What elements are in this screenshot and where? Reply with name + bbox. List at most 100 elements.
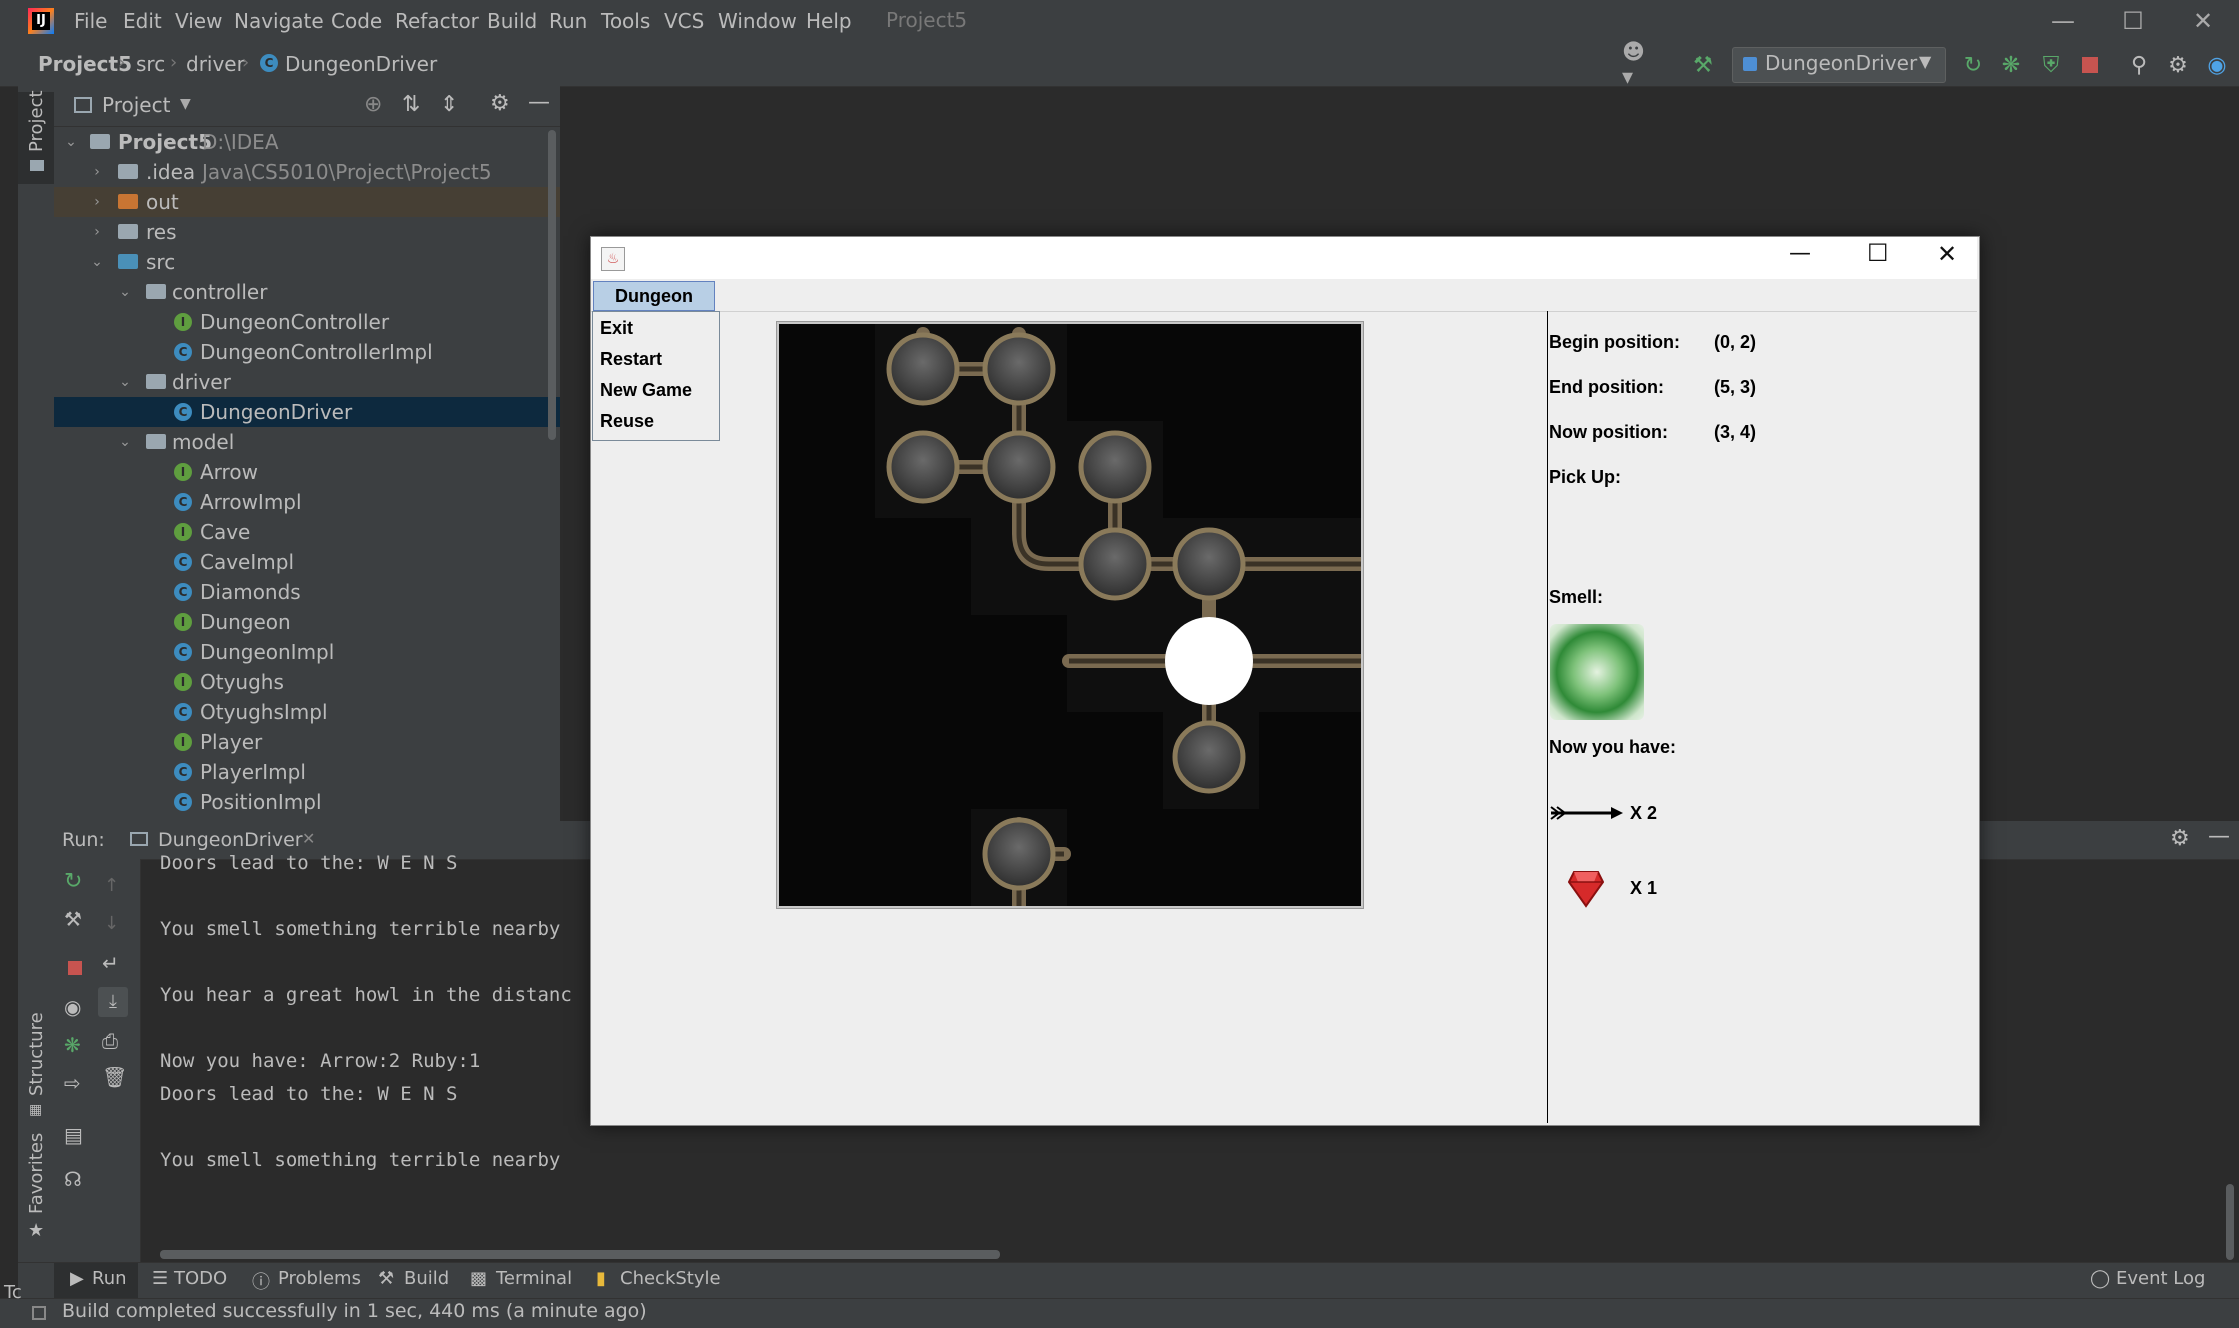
close-icon[interactable]: ✕	[2178, 4, 2228, 38]
print-icon[interactable]: ⎙	[102, 1029, 118, 1053]
camera-icon[interactable]: ◉	[64, 995, 81, 1019]
bottom-tab-todo[interactable]: TODO	[174, 1268, 227, 1289]
chevron-down-icon[interactable]: ▼	[180, 96, 191, 112]
project-scrollbar[interactable]	[548, 130, 556, 440]
console-vertical-scrollbar[interactable]	[2226, 1184, 2234, 1260]
tree-row-root[interactable]: ⌄ Project5 D:\IDEA Java\CS5010\Project\P…	[54, 127, 560, 184]
rerun-icon[interactable]: ↻	[1958, 50, 1988, 80]
run-tab-label[interactable]: DungeonDriver	[158, 829, 303, 851]
menu-item-exit[interactable]: Exit	[600, 318, 633, 339]
project-stripe-tab[interactable]: Project	[26, 90, 47, 152]
tree-row-file[interactable]: C PositionImpl	[54, 787, 560, 817]
breadcrumb-driver[interactable]: driver	[186, 52, 245, 76]
tree-row-file[interactable]: I Dungeon	[54, 607, 560, 637]
maximize-icon[interactable]: ☐	[2108, 4, 2158, 38]
bottom-tab-terminal[interactable]: Terminal	[496, 1268, 572, 1289]
menu-item-reuse[interactable]: Reuse	[600, 411, 654, 432]
status-toggle-icon[interactable]	[32, 1306, 46, 1320]
dungeon-menu[interactable]: Dungeon	[593, 281, 715, 311]
close-icon[interactable]: ✕	[1937, 240, 1957, 268]
tree-row-folder[interactable]: › res	[54, 217, 560, 247]
user-icon[interactable]: ☻▾	[1622, 40, 1652, 90]
menu-vcs[interactable]: VCS	[664, 8, 704, 34]
minimize-icon[interactable]: —	[2038, 4, 2088, 38]
menu-edit[interactable]: Edit	[123, 8, 162, 34]
tree-row-file[interactable]: I Player	[54, 727, 560, 757]
stop-icon[interactable]	[68, 961, 82, 975]
trash-icon[interactable]: 🗑	[102, 1065, 127, 1089]
tree-row-file[interactable]: I Otyughs	[54, 667, 560, 697]
locate-target-icon[interactable]: ⊕	[364, 92, 382, 117]
menu-item-new-game[interactable]: New Game	[600, 380, 692, 401]
tree-row-file[interactable]: C PlayerImpl	[54, 757, 560, 787]
rerun-icon[interactable]: ↻	[64, 869, 82, 894]
build-hammer-icon[interactable]: ⚒	[1688, 50, 1718, 80]
bottom-tab-checkstyle[interactable]: CheckStyle	[620, 1268, 721, 1289]
structure-stripe-tab[interactable]: Structure	[26, 1012, 47, 1096]
tree-row-folder[interactable]: › out	[54, 187, 560, 217]
scroll-to-end-icon[interactable]: ⤓	[98, 987, 128, 1017]
console-horizontal-scrollbar[interactable]	[160, 1250, 1000, 1259]
menu-build[interactable]: Build	[487, 8, 537, 34]
tree-row-file[interactable]: C OtyughsImpl	[54, 697, 560, 727]
event-log-tab[interactable]: Event Log	[2116, 1268, 2205, 1289]
pin-icon[interactable]: ☊	[64, 1167, 82, 1191]
collapse-all-icon[interactable]: ⇕	[440, 92, 458, 117]
menu-file[interactable]: File	[74, 8, 107, 34]
bottom-tab-run[interactable]: Run	[92, 1268, 127, 1289]
favorites-stripe-tab[interactable]: Favorites	[26, 1133, 47, 1214]
tree-row-folder[interactable]: ⌄ src	[54, 247, 560, 277]
debug-bug-icon[interactable]: ❋	[1996, 50, 2026, 80]
intellij-logo-icon[interactable]: IJ	[28, 8, 54, 34]
search-icon[interactable]: ⚲	[2124, 50, 2154, 80]
menu-run[interactable]: Run	[549, 8, 587, 34]
coverage-icon[interactable]: ⛨	[2036, 50, 2066, 80]
settings-gear-icon[interactable]: ⚙	[2170, 826, 2190, 851]
settings-gear-icon[interactable]: ⚙	[490, 91, 510, 116]
tree-row-package[interactable]: ⌄ driver	[54, 367, 560, 397]
hide-panel-icon[interactable]: —	[528, 90, 550, 115]
tree-row-file[interactable]: C DungeonControllerImpl	[54, 337, 560, 367]
settings-gear-icon[interactable]: ⚙	[2163, 50, 2193, 80]
breadcrumb-file[interactable]: DungeonDriver	[285, 52, 437, 76]
debug-icon[interactable]: ❋	[64, 1033, 81, 1057]
dungeon-map[interactable]	[776, 321, 1368, 913]
tree-row-file[interactable]: C DungeonImpl	[54, 637, 560, 667]
maximize-icon[interactable]: ☐	[1867, 239, 1889, 267]
menu-view[interactable]: View	[175, 8, 222, 34]
menu-tools[interactable]: Tools	[601, 8, 650, 34]
scroll-down-icon[interactable]: ↓	[104, 913, 119, 934]
menu-item-restart[interactable]: Restart	[600, 349, 662, 370]
project-panel-title[interactable]: Project	[102, 93, 170, 117]
scroll-up-icon[interactable]: ↑	[104, 875, 119, 896]
java-cup-icon[interactable]: ♨	[601, 247, 625, 271]
breadcrumb-src[interactable]: src	[136, 52, 165, 76]
bottom-tab-problems[interactable]: Problems	[278, 1268, 361, 1289]
expand-all-icon[interactable]: ⇅	[402, 92, 420, 117]
menu-code[interactable]: Code	[331, 8, 382, 34]
menu-help[interactable]: Help	[806, 8, 852, 34]
menu-refactor[interactable]: Refactor	[395, 8, 479, 34]
toolbox-icon[interactable]: ◉	[2202, 50, 2232, 80]
wrench-icon[interactable]: ⚒	[64, 907, 82, 931]
run-configuration-dropdown[interactable]: DungeonDriver ▼	[1732, 47, 1946, 83]
tree-row-package[interactable]: ⌄ model	[54, 427, 560, 457]
exit-icon[interactable]: ⇨	[64, 1071, 81, 1095]
menu-navigate[interactable]: Navigate	[234, 8, 324, 34]
tree-row-file[interactable]: I Cave	[54, 517, 560, 547]
tree-row-file[interactable]: C CaveImpl	[54, 547, 560, 577]
menu-window[interactable]: Window	[718, 8, 797, 34]
tree-row-file[interactable]: C Diamonds	[54, 577, 560, 607]
close-tab-icon[interactable]: ✕	[302, 829, 315, 848]
layout-icon[interactable]: ▤	[64, 1123, 83, 1147]
hide-panel-icon[interactable]: —	[2208, 824, 2230, 849]
tree-row-file[interactable]: I DungeonController	[54, 307, 560, 337]
tree-row-file[interactable]: I Arrow	[54, 457, 560, 487]
tree-row-folder[interactable]: › .idea	[54, 157, 560, 187]
minimize-icon[interactable]: —	[1789, 241, 1811, 266]
soft-wrap-icon[interactable]: ↵	[102, 951, 119, 975]
stop-icon[interactable]	[2075, 50, 2105, 80]
bottom-tab-build[interactable]: Build	[404, 1268, 449, 1289]
tree-row-package[interactable]: ⌄ controller	[54, 277, 560, 307]
tree-row-file[interactable]: C ArrowImpl	[54, 487, 560, 517]
